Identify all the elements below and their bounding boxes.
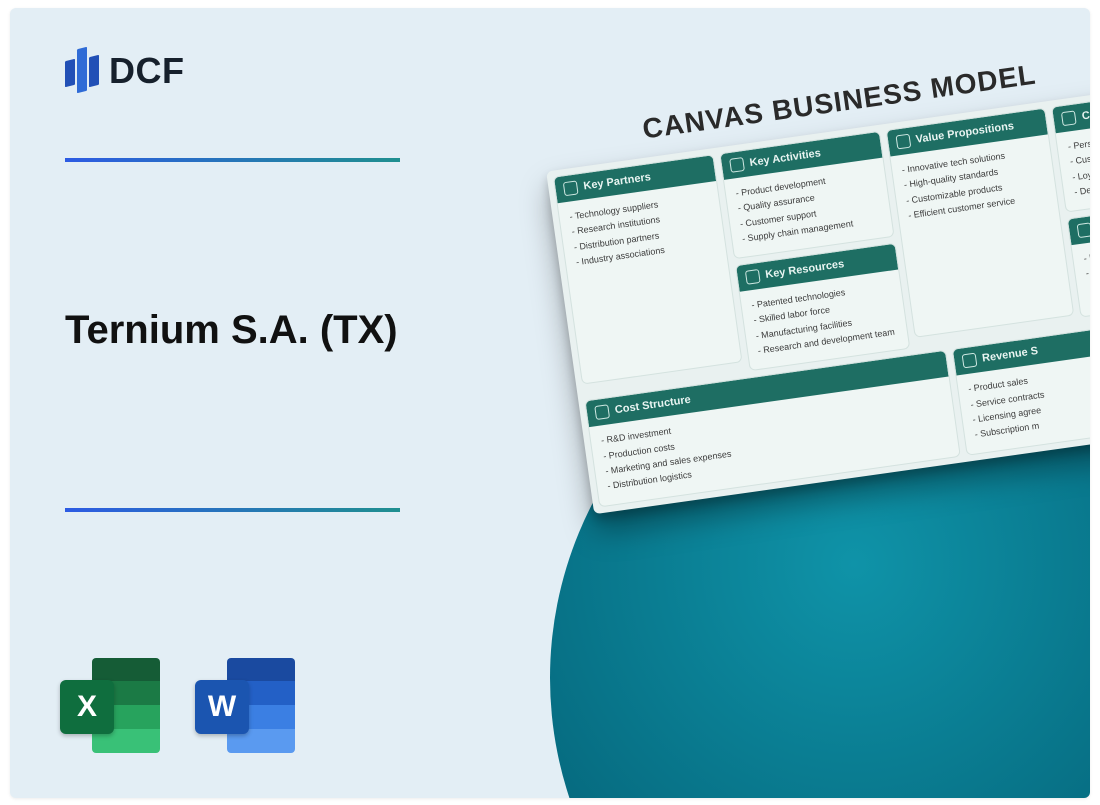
relationships-icon	[1061, 110, 1077, 126]
divider-bottom	[65, 508, 400, 512]
canvas-preview: CANVAS BUSINESS MODEL Key Partners Techn…	[540, 44, 1090, 513]
cost-icon	[594, 404, 610, 420]
block-key-partners: Key Partners Technology suppliers Resear…	[553, 154, 742, 384]
page-title: Ternium S.A. (TX)	[65, 308, 398, 353]
block-value-propositions: Value Propositions Innovative tech solut…	[885, 107, 1074, 337]
word-badge: W	[195, 680, 249, 734]
promo-card: DCF Ternium S.A. (TX) X W CANVAS BUSINES…	[10, 8, 1090, 798]
excel-icon: X	[60, 658, 160, 753]
resources-icon	[745, 269, 761, 285]
excel-badge: X	[60, 680, 114, 734]
divider-top	[65, 158, 400, 162]
business-model-canvas: Key Partners Technology suppliers Resear…	[546, 88, 1090, 514]
word-icon: W	[195, 658, 295, 753]
channels-icon	[1077, 222, 1090, 238]
value-icon	[895, 133, 911, 149]
activities-icon	[729, 157, 745, 173]
brand-logo-text: DCF	[109, 50, 185, 92]
block-key-resources: Key Resources Patented technologies Skil…	[735, 242, 910, 371]
file-icons-row: X W	[60, 658, 295, 753]
brand-logo: DCF	[65, 46, 185, 96]
partners-icon	[563, 180, 579, 196]
block-key-activities: Key Activities Product development Quali…	[719, 130, 894, 259]
revenue-icon	[962, 352, 978, 368]
brand-logo-mark	[65, 46, 99, 96]
